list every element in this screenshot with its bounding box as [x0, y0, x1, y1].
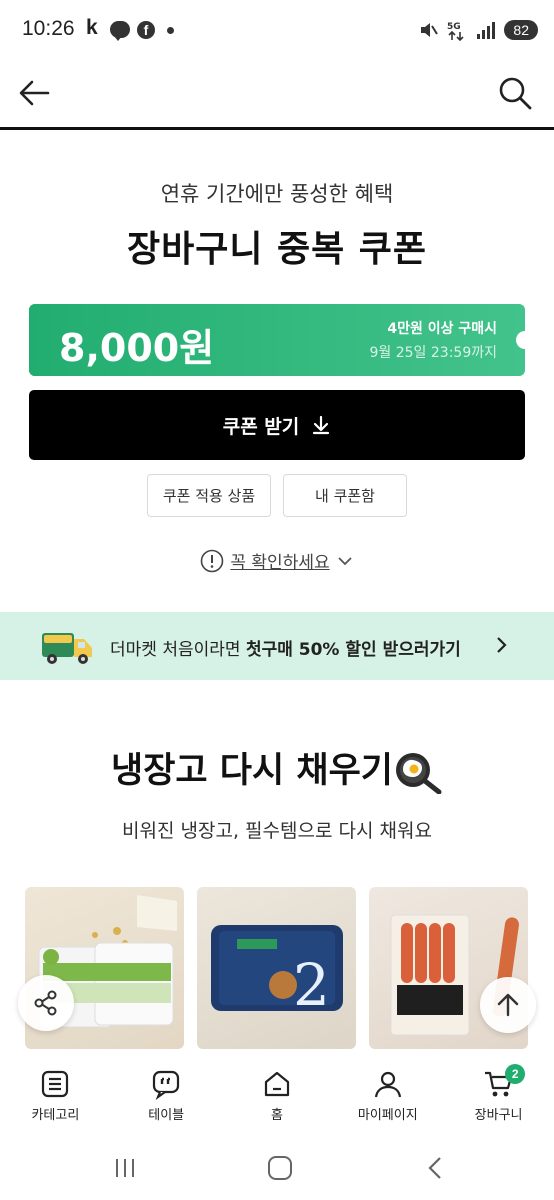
banner-text: 더마켓 처음이라면 첫구매 50% 할인 받으러가기: [110, 635, 461, 660]
arrow-left-icon[interactable]: [16, 74, 54, 112]
status-right: 5G 82: [418, 18, 538, 42]
nav-label: 카테고리: [31, 1108, 80, 1123]
nav-cart[interactable]: 2 장바구니: [443, 1058, 554, 1130]
category-icon: [42, 1070, 69, 1098]
coupon-products-button[interactable]: 쿠폰 적용 상품: [147, 474, 271, 517]
bottom-nav: 카테고리 테이블 홈 마이페이지 2 장바구니: [0, 1058, 554, 1130]
home-icon: [264, 1071, 290, 1097]
svg-text:5G: 5G: [447, 22, 461, 32]
chevron-right-icon: [497, 637, 507, 653]
get-coupon-label: 쿠폰 받기: [222, 415, 300, 438]
banner-text-prefix: 더마켓 처음이라면: [110, 640, 246, 660]
recent-apps-icon[interactable]: [110, 1154, 140, 1182]
product-image-eggs: 2: [211, 925, 343, 1019]
facebook-icon: f: [137, 21, 155, 39]
nav-mypage[interactable]: 마이페이지: [332, 1058, 443, 1130]
get-coupon-button[interactable]: 쿠폰 받기: [29, 390, 525, 460]
more-notifications-icon: [167, 27, 174, 34]
banner-text-bold: 첫구매 50% 할인 받으러가기: [245, 640, 461, 660]
info-icon: [201, 549, 224, 572]
scroll-top-button[interactable]: [480, 977, 536, 1033]
coupon-expire: 9월 25일 23:59까지: [369, 345, 498, 361]
section-title: 냉장고 다시 채우기: [0, 742, 554, 794]
share-icon: [34, 990, 57, 1016]
check-notice-toggle[interactable]: 꼭 확인하세요: [0, 548, 554, 573]
check-notice-label: 꼭 확인하세요: [230, 553, 330, 573]
product-card-eggs[interactable]: 2: [197, 887, 356, 1049]
frying-pan-egg-icon: [395, 753, 442, 794]
status-bar: 10:26 k f 5G 82: [0, 0, 554, 62]
svg-text:2: 2: [293, 951, 330, 1019]
section-title-text: 냉장고 다시 채우기: [111, 751, 393, 791]
nav-label: 홈: [271, 1108, 283, 1123]
mute-icon: [421, 23, 439, 37]
nav-table[interactable]: 테이블: [111, 1058, 222, 1130]
kakaotalk-icon: [110, 21, 130, 41]
app-header: [0, 62, 554, 130]
user-icon: [374, 1071, 401, 1098]
coupon-condition: 4만원 이상 구매시: [387, 321, 497, 337]
download-icon: [313, 415, 330, 435]
chat-quote-icon: [153, 1070, 180, 1100]
chevron-down-icon: [337, 556, 352, 565]
home-button-icon[interactable]: [265, 1154, 295, 1182]
nav-label: 장바구니: [474, 1108, 523, 1123]
promo-subtitle: 연휴 기간에만 풍성한 혜택: [160, 182, 394, 206]
battery-indicator: 82: [504, 20, 538, 40]
nav-home[interactable]: 홈: [222, 1058, 333, 1130]
my-coupons-button[interactable]: 내 쿠폰함: [283, 474, 407, 517]
coupon-amount: 8,000원: [59, 326, 215, 370]
section-subtitle: 비워진 냉장고, 필수템으로 다시 채워요: [122, 820, 432, 842]
share-button[interactable]: [18, 975, 74, 1031]
search-icon[interactable]: [496, 74, 534, 112]
system-nav: [0, 1134, 554, 1200]
promo-title: 장바구니 중복 쿠폰: [126, 229, 428, 270]
nav-label: 테이블: [148, 1108, 185, 1123]
delivery-truck-icon: [42, 633, 92, 664]
coupon-card: 8,000원 4만원 이상 구매시 9월 25일 23:59까지: [29, 304, 525, 376]
network-5g-icon: 5G: [447, 22, 464, 41]
signal-icon: [477, 22, 496, 39]
nav-category[interactable]: 카테고리: [0, 1058, 111, 1130]
arrow-up-icon: [497, 993, 519, 1017]
back-button-icon[interactable]: [420, 1154, 450, 1182]
first-purchase-banner[interactable]: 더마켓 처음이라면 첫구매 50% 할인 받으러가기: [0, 612, 554, 680]
status-time: 10:26: [22, 17, 75, 40]
nav-label: 마이페이지: [357, 1108, 418, 1123]
cart-badge: 2: [505, 1064, 526, 1084]
notification-k-icon: k: [86, 16, 98, 39]
